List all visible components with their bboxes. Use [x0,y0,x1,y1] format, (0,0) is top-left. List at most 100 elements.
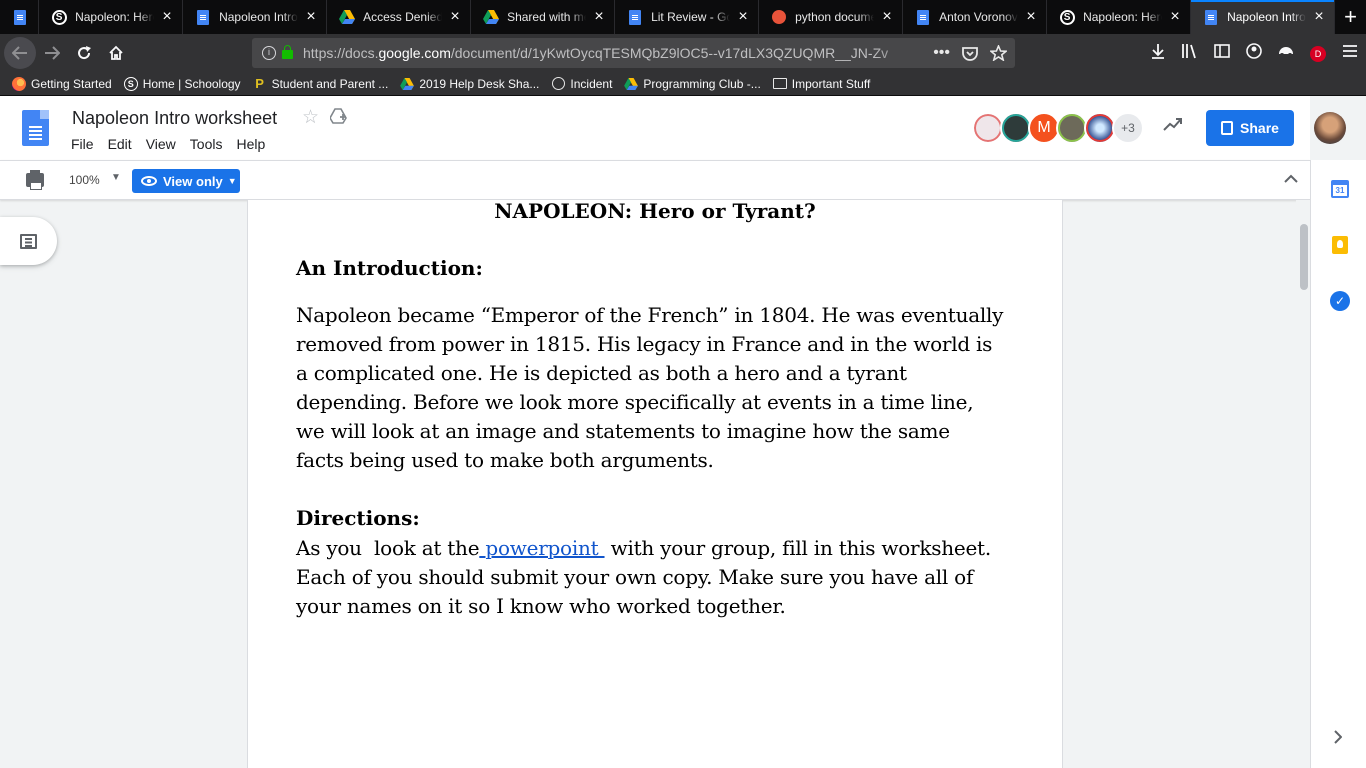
browser-tab[interactable]: Anton Voronov - × [903,0,1048,34]
bookmark-item[interactable]: 2019 Help Desk Sha... [400,77,539,91]
zoom-dropdown-icon[interactable]: ▼ [111,172,121,183]
close-icon[interactable]: × [304,9,318,25]
browser-tab-active[interactable]: Napoleon Intro worksheet × [1191,0,1336,34]
document-page: NAPOLEON: Hero or Tyrant? An Introductio… [247,200,1063,768]
lock-icon[interactable] [282,45,293,59]
more-viewers-badge[interactable]: +3 [1112,112,1144,144]
close-icon[interactable]: × [736,9,750,25]
page-actions-icon[interactable]: ••• [933,44,950,62]
directions-heading: Directions: [296,506,420,530]
browser-tab[interactable]: Access Denied × [327,0,472,34]
menu-edit[interactable]: Edit [101,136,139,152]
browser-tab[interactable]: python documentation × [759,0,904,34]
browser-tab[interactable]: Shared with me × [471,0,616,34]
back-button[interactable] [4,37,36,69]
home-button[interactable] [100,37,132,69]
paragraph-line: facts being used to make both arguments. [296,448,714,472]
url-bar[interactable]: i https://docs.google.com/document/d/1yK… [252,38,1015,68]
menu-help[interactable]: Help [229,136,272,152]
tab-title: Access Denied [363,10,443,24]
star-icon[interactable]: ☆ [302,106,319,129]
chevron-up-icon[interactable] [1284,170,1298,188]
browser-tab[interactable] [0,0,40,34]
bookmark-folder[interactable]: Important Stuff [772,77,870,91]
activity-dashboard-icon[interactable] [1163,114,1183,137]
browser-tab[interactable]: S Napoleon: Hero or Tyrant? × [39,0,184,34]
sidebar-icon[interactable] [1206,44,1238,62]
drive-icon [483,9,500,25]
outline-icon [20,234,37,249]
tab-title: Lit Review - Google Docs [651,10,731,24]
firefox-icon [12,76,26,91]
bookmark-item[interactable]: Incident [551,77,612,91]
close-icon[interactable]: × [1024,9,1038,25]
browser-tab[interactable]: Napoleon Intro worksheet × [183,0,328,34]
zoom-select[interactable]: 100% [69,173,100,187]
bookmark-item[interactable]: S Home | Schoology [123,76,241,91]
calendar-icon[interactable]: 31 [1331,180,1349,198]
paragraph-line: As you look at the powerpoint with your … [296,536,991,560]
downloads-icon[interactable] [1142,43,1174,63]
bookmark-item[interactable]: Programming Club -... [624,77,761,91]
print-icon[interactable] [26,170,44,190]
bookmark-star-icon[interactable] [990,45,1007,61]
bookmark-item[interactable]: P Student and Parent ... [253,76,388,91]
chevron-right-icon[interactable] [1333,728,1343,749]
extension-icon[interactable] [1270,44,1302,62]
tab-title: python documentation [795,10,875,24]
profile-badge[interactable]: D [1302,44,1334,62]
menu-tools[interactable]: Tools [183,136,230,152]
paragraph-line: depending. Before we look more specifica… [296,390,974,414]
close-icon[interactable]: × [592,9,606,25]
chevron-down-icon: ▼ [227,176,237,186]
document-heading: NAPOLEON: Hero or Tyrant? [494,199,816,223]
new-tab-button[interactable]: + [1335,0,1366,34]
view-only-button[interactable]: View only ▼ [132,169,240,193]
reload-button[interactable] [68,37,100,69]
powerpoint-link[interactable]: powerpoint [479,536,604,560]
drive-icon [339,9,356,25]
add-to-drive-icon[interactable] [329,108,348,129]
close-icon[interactable]: × [448,9,462,25]
close-icon[interactable]: × [880,9,894,25]
menu-bar: File Edit View Tools Help [64,136,272,152]
docs-icon [195,9,211,25]
user-avatar[interactable] [1314,112,1346,144]
pocket-icon[interactable] [962,46,978,61]
intro-paragraph: Napoleon became “Emperor of the French” … [296,301,1026,475]
close-icon[interactable]: × [1168,9,1182,25]
paragraph-line: Napoleon became “Emperor of the French” … [296,303,1004,327]
url-text[interactable]: https://docs.google.com/document/d/1yKwt… [303,45,923,61]
close-icon[interactable]: × [160,9,174,25]
close-icon[interactable]: × [1312,9,1326,25]
bookmarks-bar: Getting Started S Home | Schoology P Stu… [0,72,1366,96]
bookmark-item[interactable]: Getting Started [12,76,112,91]
tab-title: Napoleon Intro worksheet [219,10,298,24]
menu-file[interactable]: File [64,136,101,152]
scrollbar-thumb[interactable] [1300,224,1308,290]
paragraph-line: Each of you should submit your own copy.… [296,565,974,589]
share-button[interactable]: Share [1206,110,1294,146]
document-title[interactable]: Napoleon Intro worksheet [72,108,277,129]
docs-icon [915,9,931,25]
paragraph-line: your names on it so I know who worked to… [296,594,786,618]
browser-tab[interactable]: S Napoleon: Hero or Tyrant? × [1047,0,1192,34]
menu-icon[interactable] [1334,44,1366,62]
drive-icon [624,77,639,91]
tab-title: Napoleon: Hero or Tyrant? [75,10,154,24]
docs-toolbar: 100% ▼ View only ▼ [0,160,1310,200]
browser-tab[interactable]: Lit Review - Google Docs × [615,0,760,34]
side-panel: 31 ✓ [1310,160,1366,768]
forward-button[interactable] [36,37,68,69]
document-outline-button[interactable] [0,217,57,265]
library-icon[interactable] [1174,43,1206,63]
menu-view[interactable]: View [139,136,183,152]
keep-icon[interactable] [1332,236,1348,254]
eye-icon [141,176,157,186]
tasks-icon[interactable]: ✓ [1330,291,1350,311]
docs-logo-icon[interactable] [22,110,49,146]
docs-icon [1203,9,1219,25]
account-icon[interactable] [1238,43,1270,63]
schoology-icon: S [51,9,67,25]
info-icon[interactable]: i [262,46,276,60]
